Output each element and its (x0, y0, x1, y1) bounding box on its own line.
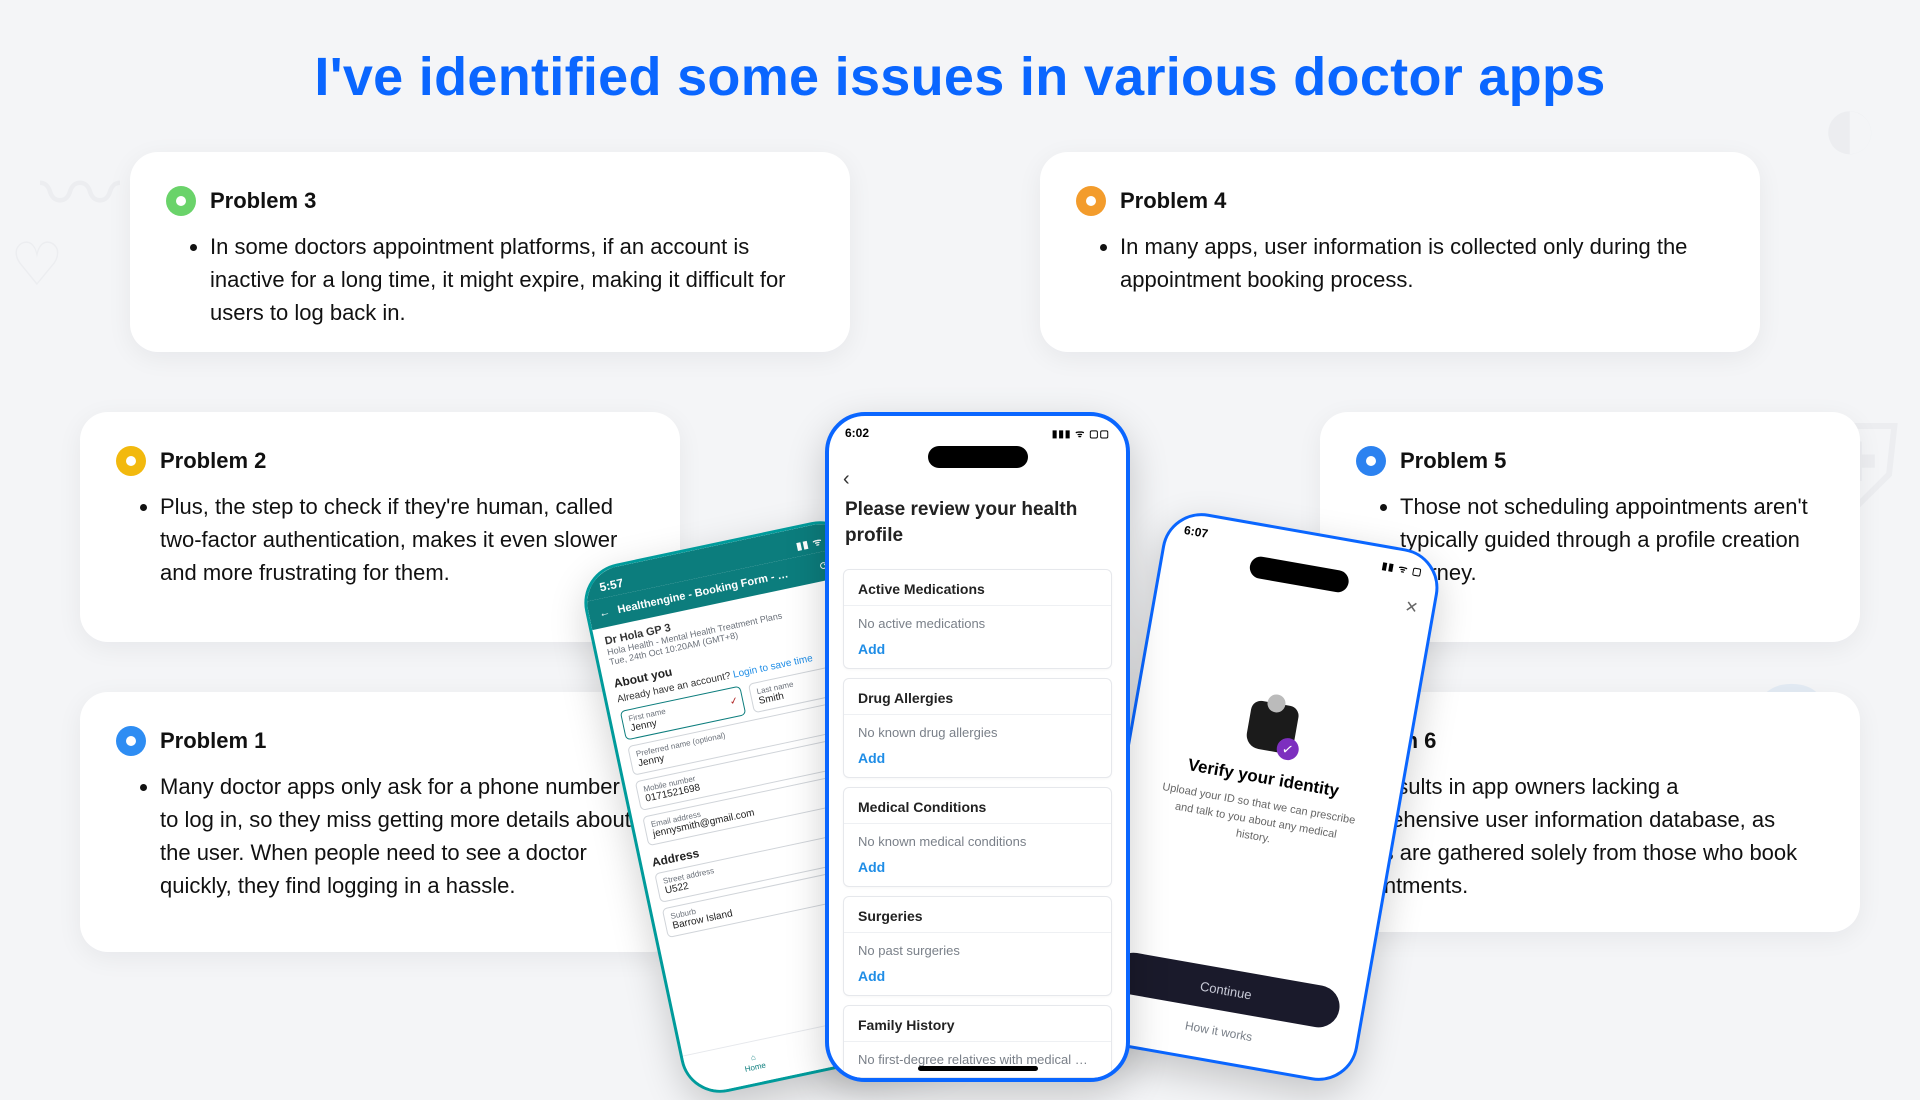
home-indicator (918, 1066, 1038, 1071)
card-title: Family History (844, 1006, 1111, 1041)
problem-text: Plus, the step to check if they're human… (160, 490, 636, 589)
card-desc: No active medications (844, 605, 1111, 641)
problem-text: In many apps, user information is collec… (1120, 230, 1716, 296)
nav-home[interactable]: ⌂ Home (683, 1028, 826, 1097)
card-title: Surgeries (844, 897, 1111, 932)
conditions-card: Medical Conditions No known medical cond… (843, 787, 1112, 887)
suburb-field[interactable]: Suburb Barrow Island (662, 856, 917, 938)
search-icon: 🔍 (881, 1024, 893, 1035)
medications-card: Active Medications No active medications… (843, 569, 1112, 669)
add-link[interactable]: Add (844, 968, 1111, 995)
status-icons: ▮▮▮ ᯤ ▢▢ (1052, 426, 1110, 440)
status-time: 6:02 (845, 426, 869, 440)
family-history-card: Family History No first-degree relatives… (843, 1005, 1112, 1078)
problems-grid: Problem 3 In some doctors appointment pl… (40, 152, 1880, 1022)
problem-text: This results in app owners lacking a com… (1330, 770, 1816, 902)
card-desc: No first-degree relatives with medical … (844, 1041, 1111, 1077)
surgeries-card: Surgeries No past surgeries Add (843, 896, 1112, 996)
bullet-icon (1076, 186, 1106, 216)
continue-button[interactable]: Continue (1109, 949, 1343, 1030)
problem-card-1: Problem 1 Many doctor apps only ask for … (80, 692, 680, 952)
bottom-nav: ⌂ Home 🔍 Find & book (683, 999, 960, 1097)
problem-text: Many doctor apps only ask for a phone nu… (160, 770, 636, 902)
card-title: Active Medications (844, 570, 1111, 605)
problem-label: Problem 5 (1400, 448, 1506, 474)
problem-label: Problem 3 (210, 188, 316, 214)
bullet-icon (166, 186, 196, 216)
problem-card-3: Problem 3 In some doctors appointment pl… (130, 152, 850, 352)
check-icon: ✓ (729, 695, 739, 708)
problem-card-2: Problem 2 Plus, the step to check if the… (80, 412, 680, 642)
problem-label: Problem 4 (1120, 188, 1226, 214)
phone-mockups: 5:57 ▮▮ ᯤ ▢ ← Healthengine - Booking For… (630, 392, 1310, 1092)
card-desc: No known drug allergies (844, 714, 1111, 750)
problem-label: Problem 2 (160, 448, 266, 474)
card-desc: No past surgeries (844, 932, 1111, 968)
section-address: Address (651, 803, 902, 870)
nav-find[interactable]: 🔍 Find & book (817, 1000, 960, 1069)
problem-text: Those not scheduling appointments aren't… (1400, 490, 1816, 589)
card-desc: No known medical conditions (844, 823, 1111, 859)
reload-icon[interactable]: ⟳ (819, 559, 831, 574)
add-link[interactable]: Add (844, 641, 1111, 668)
add-link[interactable]: Add (844, 859, 1111, 886)
bullet-icon (116, 446, 146, 476)
bullet-icon (1356, 446, 1386, 476)
problem-label: Problem 1 (160, 728, 266, 754)
how-it-works-link[interactable]: How it works (1083, 1001, 1355, 1062)
street-field[interactable]: Street address U522 (654, 821, 909, 903)
problem-label: Problem 6 (1330, 728, 1436, 754)
home-icon: ⌂ (750, 1053, 757, 1063)
problem-card-5: Problem 5 Those not scheduling appointme… (1320, 412, 1860, 642)
page-title: I've identified some issues in various d… (0, 0, 1920, 108)
problem-card-4: Problem 4 In many apps, user information… (1040, 152, 1760, 352)
email-field[interactable]: Email address jennysmith@gmail.com (642, 764, 897, 846)
forward-icon[interactable]: → (836, 555, 849, 569)
login-link[interactable]: Login to save time (732, 653, 814, 681)
status-icons: ▮▮ ᯤ ▢ (795, 530, 838, 552)
bullet-icon (1286, 726, 1316, 756)
problem-card-6: Problem 6 This results in app owners lac… (1250, 692, 1860, 932)
back-icon[interactable]: ‹ (829, 468, 1126, 491)
bullet-icon (116, 726, 146, 756)
add-link[interactable]: Add (844, 750, 1111, 777)
status-time: 6:07 (1183, 523, 1209, 541)
problem-text: In some doctors appointment platforms, i… (210, 230, 806, 329)
screen-title: Please review your health profile (829, 491, 1126, 560)
card-title: Drug Allergies (844, 679, 1111, 714)
allergies-card: Drug Allergies No known drug allergies A… (843, 678, 1112, 778)
card-title: Medical Conditions (844, 788, 1111, 823)
dynamic-island (928, 446, 1028, 468)
last-name-field[interactable]: Last name Smith (748, 658, 875, 713)
phone-center: 6:02 ▮▮▮ ᯤ ▢▢ ‹ Please review your healt… (825, 412, 1130, 1082)
